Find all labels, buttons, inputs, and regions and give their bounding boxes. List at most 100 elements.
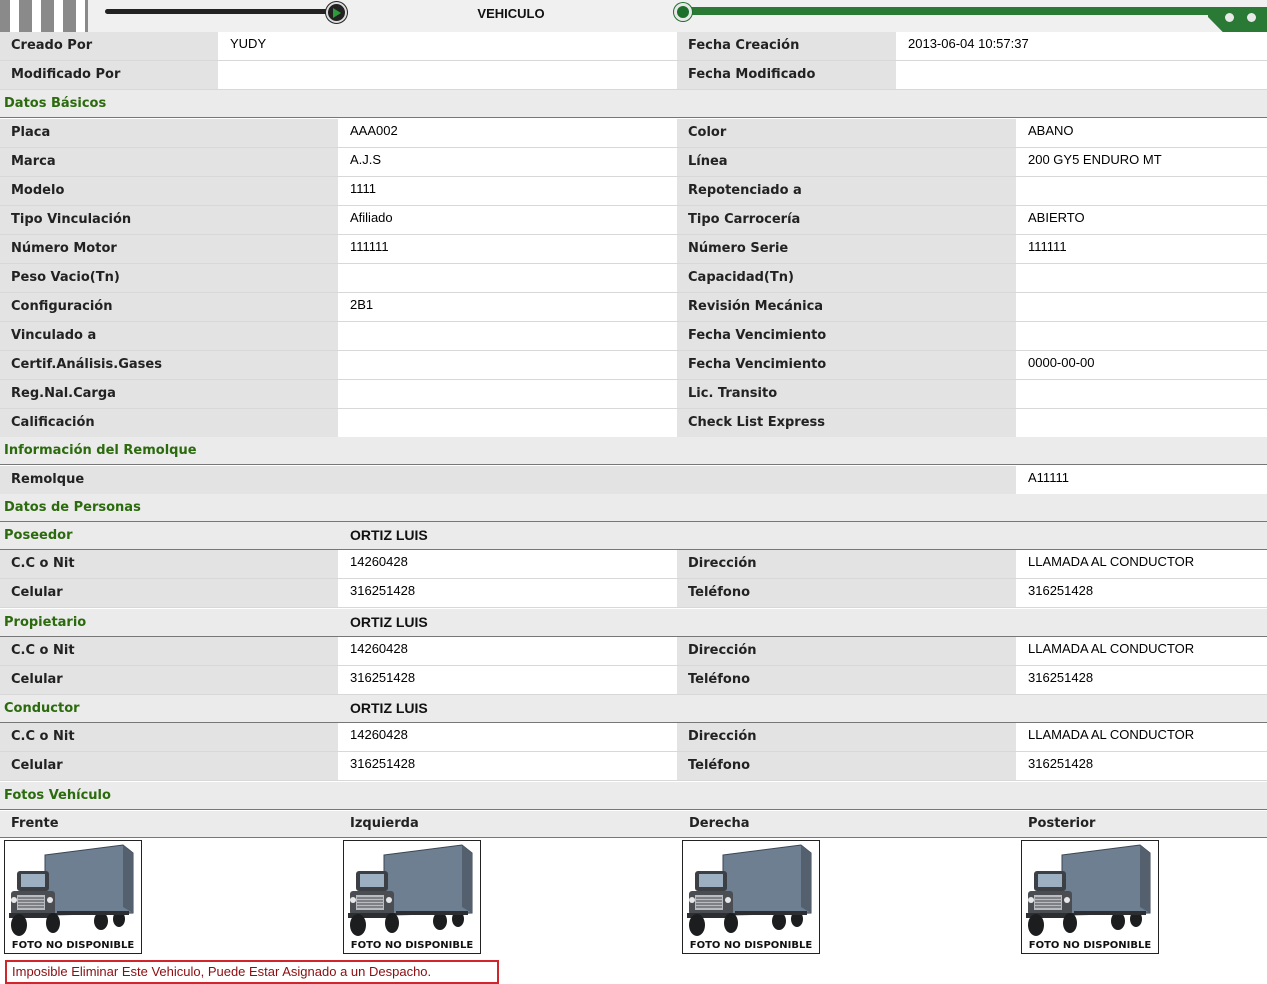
created-date-label: Fecha Creación: [677, 32, 896, 60]
field-value: Afiliado: [350, 210, 393, 225]
person-row: C.C o Nit 14260428 Dirección LLAMADA AL CON…: [0, 550, 1267, 579]
person-header: Propietario ORTIZ LUIS: [0, 609, 1267, 637]
trailer-value: A11111: [1028, 470, 1069, 485]
photo-rear[interactable]: FOTO NO DISPONIBLE: [1021, 840, 1159, 954]
section-basic: Datos Básicos: [0, 90, 1267, 118]
person-row: Celular 316251428 Teléfono 316251428: [0, 579, 1267, 608]
photo-caption: FOTO NO DISPONIBLE: [1028, 940, 1152, 951]
field-value: 0000-00-00: [1028, 355, 1095, 370]
basic-row: Peso Vacio(Tn) Capacidad(Tn): [0, 264, 1267, 293]
field-value: [1016, 322, 1267, 350]
person-role: Conductor: [4, 701, 80, 716]
right-decoration: [1208, 7, 1267, 32]
field-label: C.C o Nit: [0, 723, 338, 751]
created-date-value: 2013-06-04 10:57:37: [908, 36, 1029, 51]
field-value: [338, 409, 676, 437]
field-label: Capacidad(Tn): [677, 264, 1016, 292]
created-by-label: Creado Por: [0, 32, 218, 60]
modified-date-value: [896, 61, 1267, 89]
basic-row: Tipo Vinculación Afiliado Tipo Carrocería A…: [0, 206, 1267, 235]
field-value: A.J.S: [350, 152, 382, 167]
truck-icon: [687, 844, 812, 936]
field-label: Teléfono: [677, 579, 1016, 607]
audit-row-modified: Modificado Por Fecha Modificado: [0, 61, 1267, 90]
photo-left[interactable]: FOTO NO DISPONIBLE: [343, 840, 481, 954]
field-value: [338, 264, 676, 292]
field-value: [1016, 293, 1267, 321]
photo-right[interactable]: FOTO NO DISPONIBLE: [682, 840, 820, 954]
field-value: 14260428: [350, 641, 408, 656]
truck-icon: [9, 844, 134, 936]
field-label: Reg.Nal.Carga: [0, 380, 338, 408]
person-role: Poseedor: [4, 528, 73, 543]
field-label: Calificación: [0, 409, 338, 437]
field-value: [1016, 264, 1267, 292]
section-people: Datos de Personas: [0, 494, 1267, 522]
field-value: AAA002: [350, 123, 398, 138]
basic-row: Marca A.J.S Línea 200 GY5 ENDURO MT: [0, 148, 1267, 177]
truck-icon: [1026, 844, 1151, 936]
play-knob-icon: [326, 2, 347, 23]
section-title-people: Datos de Personas: [4, 500, 141, 515]
photo-caption: FOTO NO DISPONIBLE: [350, 940, 474, 951]
field-value: [338, 322, 676, 350]
section-trailer: Información del Remolque: [0, 437, 1267, 465]
field-label: Fecha Vencimiento: [677, 322, 1016, 350]
trailer-label: Remolque: [0, 466, 1016, 494]
photo-header-right: Derecha: [689, 816, 750, 831]
basic-row: Calificación Check List Express: [0, 409, 1267, 438]
field-label: Peso Vacio(Tn): [0, 264, 338, 292]
person-row: C.C o Nit 14260428 Dirección LLAMADA AL CON…: [0, 637, 1267, 666]
field-label: Teléfono: [677, 752, 1016, 780]
field-label: Configuración: [0, 293, 338, 321]
modified-date-label: Fecha Modificado: [677, 61, 896, 89]
field-value: 14260428: [350, 554, 408, 569]
audit-row-created: Creado Por YUDY Fecha Creación 2013-06-0…: [0, 32, 1267, 61]
person-row: Celular 316251428 Teléfono 316251428: [0, 752, 1267, 781]
field-label: Certif.Análisis.Gases: [0, 351, 338, 379]
basic-row: Vinculado a Fecha Vencimiento: [0, 322, 1267, 351]
field-value: [1016, 380, 1267, 408]
photo-caption: FOTO NO DISPONIBLE: [11, 940, 135, 951]
field-value: [338, 351, 676, 379]
basic-row: Número Motor 111111 Número Serie 111111: [0, 235, 1267, 264]
status-dot-icon: [1225, 13, 1234, 22]
basic-row: Reg.Nal.Carga Lic. Transito: [0, 380, 1267, 409]
stripes-decoration: [0, 0, 88, 32]
photo-front[interactable]: FOTO NO DISPONIBLE: [4, 840, 142, 954]
field-value: 316251428: [350, 756, 416, 771]
field-label: Tipo Vinculación: [0, 206, 338, 234]
right-progress-track: [690, 7, 1210, 15]
field-value: LLAMADA AL CONDUCTOR: [1028, 641, 1195, 656]
title-bar: VEHICULO: [0, 0, 1267, 32]
field-label: Tipo Carrocería: [677, 206, 1016, 234]
person-name: ORTIZ LUIS: [350, 700, 428, 716]
field-label: Modelo: [0, 177, 338, 205]
field-label: Dirección: [677, 723, 1016, 751]
basic-row: Configuración 2B1 Revisión Mecánica: [0, 293, 1267, 322]
section-title-basic: Datos Básicos: [4, 96, 107, 111]
basic-row: Certif.Análisis.Gases Fecha Vencimiento 00…: [0, 351, 1267, 380]
field-label: Celular: [0, 666, 338, 694]
field-value: 111111: [1028, 239, 1067, 254]
person-name: ORTIZ LUIS: [350, 527, 428, 543]
modified-by-value: [218, 61, 676, 89]
error-message: Imposible Eliminar Este Vehiculo, Puede …: [5, 960, 499, 984]
field-value: 2B1: [350, 297, 374, 312]
modified-by-label: Modificado Por: [0, 61, 218, 89]
field-label: Placa: [0, 119, 338, 147]
section-title-trailer: Información del Remolque: [4, 443, 197, 458]
field-value: 316251428: [1028, 756, 1094, 771]
field-label: C.C o Nit: [0, 550, 338, 578]
photo-headers-row: Frente Izquierda Derecha Posterior: [0, 811, 1267, 838]
field-value: LLAMADA AL CONDUCTOR: [1028, 727, 1195, 742]
person-header: Conductor ORTIZ LUIS: [0, 695, 1267, 723]
field-value: 316251428: [1028, 583, 1094, 598]
section-title-photos: Fotos Vehículo: [4, 788, 111, 803]
field-label: C.C o Nit: [0, 637, 338, 665]
field-label: Teléfono: [677, 666, 1016, 694]
field-value: 200 GY5 ENDURO MT: [1028, 152, 1162, 167]
person-role: Propietario: [4, 615, 87, 630]
status-dot-icon: [1247, 13, 1256, 22]
basic-row: Modelo 1111 Repotenciado a: [0, 177, 1267, 206]
